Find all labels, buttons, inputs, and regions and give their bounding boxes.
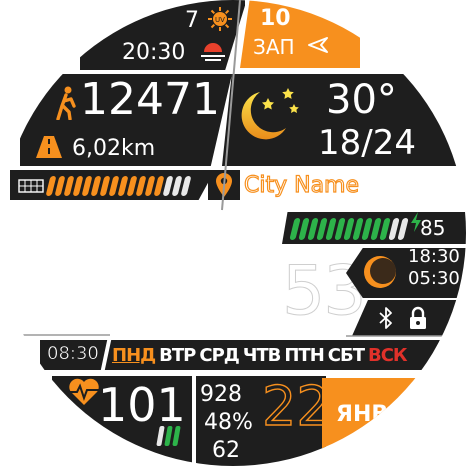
watch-face: 7 UV 20:30 10 ЗАП 12471 6,02km 30° 18/24… xyxy=(0,0,466,466)
bezel-lines xyxy=(0,0,466,337)
